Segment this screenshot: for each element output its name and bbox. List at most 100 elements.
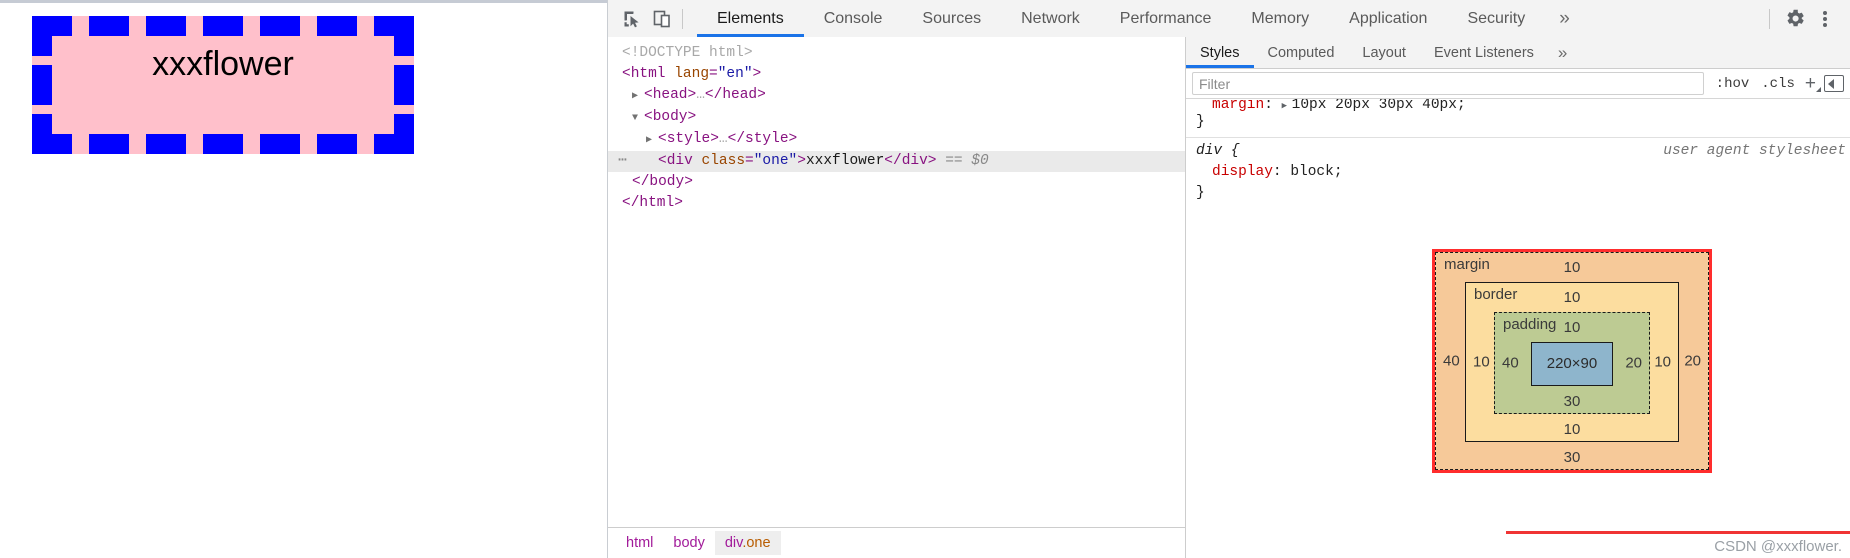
css-rule-close-brace-2: } <box>1196 185 1205 201</box>
dom-row-html-close[interactable]: </html> <box>608 193 1185 214</box>
box-model-border-bottom[interactable]: 10 <box>1466 418 1678 441</box>
css-rule-close-brace: } <box>1196 114 1205 130</box>
css-rule-clipped: margin: ▶ 10px 20px 30px 40px; } <box>1186 99 1850 133</box>
toolbar-icon-group <box>608 0 697 37</box>
body-close-gt: > <box>684 174 693 190</box>
gear-icon[interactable] <box>1780 4 1810 34</box>
doctype-text: <!DOCTYPE html> <box>622 45 753 61</box>
display-colon: : <box>1272 164 1291 180</box>
devtools-tabstrip: Elements Console Sources Network Perform… <box>697 0 1759 37</box>
devtools-body: <!DOCTYPE html> <html lang="en"> ▶ <head>… <box>608 37 1850 558</box>
computed-sidebar-toggle-icon[interactable] <box>1824 75 1844 92</box>
demo-div-one: xxxflower <box>32 16 414 154</box>
box-model-margin-right[interactable]: 20 <box>1684 353 1701 370</box>
kebab-menu-icon[interactable] <box>1810 4 1840 34</box>
margin-property-name: margin <box>1212 99 1265 112</box>
tab-layout[interactable]: Layout <box>1348 37 1420 68</box>
box-model-border-right[interactable]: 10 <box>1654 354 1671 371</box>
head-open: < <box>644 87 653 103</box>
device-toggle-icon[interactable] <box>648 5 676 33</box>
html-lang-attr: lang <box>674 66 710 82</box>
breadcrumb-item-html[interactable]: html <box>616 531 663 555</box>
css-selector-div[interactable]: div { <box>1196 143 1240 159</box>
dom-row-doctype[interactable]: <!DOCTYPE html> <box>608 43 1185 64</box>
breadcrumb-div-class: .one <box>742 535 771 551</box>
dom-tree-pane: <!DOCTYPE html> <html lang="en"> ▶ <head>… <box>608 37 1186 558</box>
display-property-name: display <box>1212 164 1273 180</box>
toolbar-right-group <box>1759 0 1850 37</box>
expand-triangle-icon[interactable]: ▶ <box>632 86 644 107</box>
tab-performance[interactable]: Performance <box>1100 0 1232 37</box>
div-tag-name-close: div <box>901 153 928 169</box>
watermark-text: CSDN @xxxflower. <box>1714 538 1842 555</box>
expand-shorthand-icon[interactable]: ▶ <box>1282 100 1292 112</box>
row-options-dots-icon[interactable]: ⋯ <box>608 151 638 172</box>
styles-tabbar: Styles Computed Layout Event Listeners » <box>1186 37 1850 69</box>
toolbar-divider <box>682 8 683 29</box>
style-gt: > <box>710 131 719 147</box>
tab-network[interactable]: Network <box>1001 0 1100 37</box>
tab-application[interactable]: Application <box>1329 0 1447 37</box>
style-ellipsis: … <box>718 131 728 147</box>
box-model-padding-right[interactable]: 20 <box>1625 355 1642 372</box>
tab-memory[interactable]: Memory <box>1231 0 1329 37</box>
cls-toggle-button[interactable]: .cls <box>1755 76 1801 92</box>
box-model-padding-layer[interactable]: padding 10 40 20 220×90 30 <box>1494 312 1650 414</box>
dom-row-body-close[interactable]: </body> <box>608 172 1185 193</box>
tab-styles[interactable]: Styles <box>1186 37 1254 68</box>
toolbar-divider-right <box>1769 8 1770 29</box>
html-close-open: </ <box>622 195 640 211</box>
box-model-border-left[interactable]: 10 <box>1473 354 1490 371</box>
head-gt: > <box>687 87 697 103</box>
html-tag-name: html <box>630 66 666 82</box>
head-tag-name: head <box>652 87 688 103</box>
css-rule-user-agent: user agent stylesheet div { display: bloc… <box>1186 138 1850 204</box>
styles-more-tabs-icon[interactable]: » <box>1548 37 1577 68</box>
breadcrumb-item-div-one[interactable]: div.one <box>714 531 781 555</box>
css-declaration-margin[interactable]: margin: ▶ 10px 20px 30px 40px; <box>1194 99 1850 112</box>
collapse-triangle-icon[interactable]: ▼ <box>632 108 644 129</box>
tab-security[interactable]: Security <box>1447 0 1545 37</box>
styles-pane: Styles Computed Layout Event Listeners »… <box>1186 37 1850 558</box>
filter-input[interactable] <box>1192 72 1704 95</box>
box-model-margin-bottom[interactable]: 30 <box>1436 446 1708 469</box>
box-model-border-layer[interactable]: border 10 10 10 padding 10 40 20 220×90 … <box>1465 282 1679 442</box>
tab-console[interactable]: Console <box>804 0 903 37</box>
box-model-padding-label: padding <box>1503 316 1557 333</box>
demo-div-one-text: xxxflower <box>152 45 294 83</box>
box-model-margin-layer[interactable]: margin 10 40 20 border 10 10 10 padding … <box>1435 252 1709 470</box>
box-model-margin-left[interactable]: 40 <box>1443 353 1460 370</box>
css-declaration-display[interactable]: display: block; <box>1194 162 1850 183</box>
dom-row-div-one[interactable]: ⋯ <div class="one">xxxflower</div> == $0 <box>608 151 1185 172</box>
box-model-content-box[interactable]: 220×90 <box>1531 342 1613 386</box>
tab-event-listeners[interactable]: Event Listeners <box>1420 37 1548 68</box>
rendered-page-viewport: xxxflower <box>0 0 607 558</box>
box-model-margin-label: margin <box>1444 256 1490 273</box>
hov-toggle-button[interactable]: :hov <box>1710 76 1756 92</box>
div-inner-text: xxxflower <box>805 153 885 169</box>
new-style-rule-button[interactable]: + <box>1801 72 1821 95</box>
head-close: </ <box>704 87 723 103</box>
dropdown-triangle-icon <box>1816 86 1821 92</box>
style-close: </ <box>727 131 746 147</box>
box-model-area: margin 10 40 20 border 10 10 10 padding … <box>1186 204 1850 558</box>
dom-row-body[interactable]: ▼ <body> <box>608 107 1185 129</box>
box-model-padding-left[interactable]: 40 <box>1502 355 1519 372</box>
inspect-cursor-icon[interactable] <box>618 5 646 33</box>
breadcrumb-item-body[interactable]: body <box>663 531 714 555</box>
div-gt: > <box>797 153 806 169</box>
tab-elements[interactable]: Elements <box>697 0 804 37</box>
tab-sources[interactable]: Sources <box>902 0 1001 37</box>
tab-computed[interactable]: Computed <box>1254 37 1349 68</box>
box-model-padding-bottom[interactable]: 30 <box>1495 390 1649 413</box>
dom-row-html[interactable]: <html lang="en"> <box>608 64 1185 85</box>
div-space <box>693 153 702 169</box>
plus-icon: + <box>1804 72 1816 94</box>
more-tabs-icon[interactable]: » <box>1545 0 1584 37</box>
dom-row-style[interactable]: ▶ <style>…</style> <box>608 129 1185 151</box>
html-tag-name-close: html <box>639 195 675 211</box>
margin-colon: : <box>1264 99 1282 112</box>
expand-triangle-icon[interactable]: ▶ <box>646 130 658 151</box>
dom-row-head[interactable]: ▶ <head>…</head> <box>608 85 1185 107</box>
kebab-dot <box>1823 22 1827 27</box>
